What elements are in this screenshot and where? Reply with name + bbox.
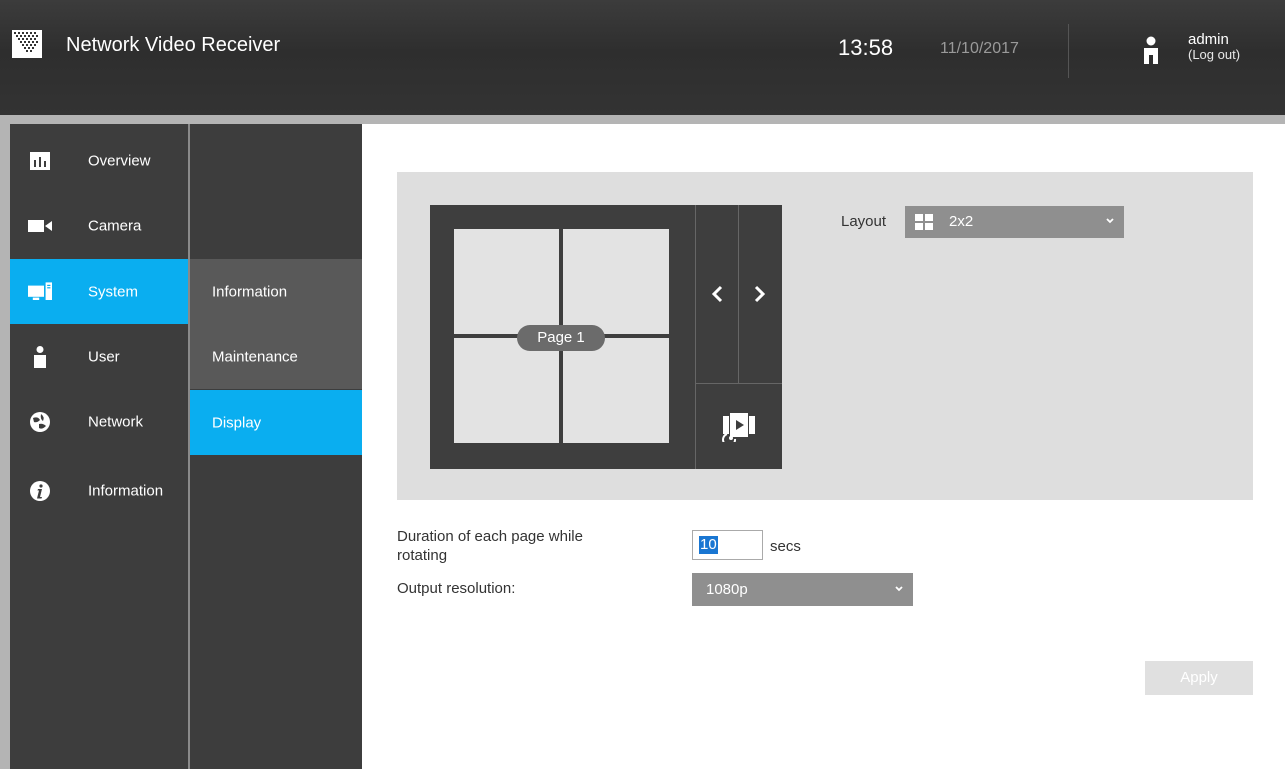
- info-icon: [28, 480, 52, 502]
- sidebar-item-network[interactable]: Network: [10, 389, 188, 454]
- submenu-item-maintenance[interactable]: Maintenance: [190, 324, 362, 389]
- left-edge: [0, 124, 10, 769]
- submenu: Information Maintenance Display: [190, 124, 362, 769]
- sidebar-item-user[interactable]: User: [10, 324, 188, 389]
- username: admin: [1188, 31, 1229, 48]
- prev-page-button[interactable]: [696, 205, 738, 383]
- chevron-right-icon: [754, 285, 766, 303]
- grid-2x2-icon: [915, 214, 933, 230]
- resolution-label: Output resolution:: [397, 580, 516, 597]
- submenu-item-label: Maintenance: [212, 348, 298, 365]
- rotation-button[interactable]: [696, 384, 782, 469]
- resolution-select[interactable]: 1080p: [692, 573, 913, 606]
- next-page-button[interactable]: [739, 205, 781, 383]
- duration-unit: secs: [770, 538, 801, 555]
- user-icon: [1144, 36, 1158, 64]
- computer-icon: [28, 281, 52, 303]
- chevron-down-icon: [1106, 218, 1114, 224]
- user-icon: [28, 345, 52, 368]
- sidebar-item-label: Network: [88, 413, 144, 430]
- layout-select-value: 2x2: [949, 213, 974, 230]
- clock-date: 11/10/2017: [940, 40, 1019, 57]
- channel-cell[interactable]: [454, 338, 559, 443]
- layout-select[interactable]: 2x2: [905, 206, 1124, 238]
- submenu-item-information[interactable]: Information: [190, 259, 362, 324]
- submenu-item-label: Information: [212, 283, 288, 300]
- apply-button[interactable]: Apply: [1145, 661, 1253, 695]
- submenu-item-label: Display: [212, 414, 262, 431]
- rotate-pages-icon: [722, 412, 755, 442]
- resolution-select-value: 1080p: [706, 581, 748, 598]
- header-strip: [0, 115, 1285, 124]
- sidebar: Overview Camera System User Network Info…: [10, 124, 188, 769]
- sidebar-item-label: Overview: [88, 152, 151, 169]
- globe-icon: [28, 411, 52, 433]
- sidebar-item-camera[interactable]: Camera: [10, 193, 188, 258]
- chevron-left-icon: [711, 285, 723, 303]
- sidebar-item-overview[interactable]: Overview: [10, 128, 188, 193]
- submenu-item-display[interactable]: Display: [190, 390, 362, 455]
- duration-value: 10: [699, 536, 718, 554]
- sidebar-item-label: System: [88, 283, 139, 300]
- sidebar-item-information[interactable]: Information: [10, 458, 188, 523]
- sidebar-item-system[interactable]: System: [10, 259, 188, 324]
- app-title: Network Video Receiver: [66, 34, 281, 56]
- chevron-down-icon: [895, 586, 903, 592]
- channel-cell[interactable]: [563, 338, 669, 443]
- sidebar-item-label: Information: [88, 482, 164, 499]
- sidebar-item-label: Camera: [88, 217, 142, 234]
- channel-cell[interactable]: [454, 229, 559, 334]
- sidebar-item-label: User: [88, 348, 120, 365]
- video-camera-icon: [28, 215, 52, 237]
- channel-cell[interactable]: [563, 229, 669, 334]
- layout-label: Layout: [841, 213, 887, 230]
- app-header: Network Video Receiver 13:58 11/10/2017 …: [0, 0, 1285, 115]
- vivotek-logo-icon: [12, 30, 42, 58]
- header-divider: [1068, 24, 1069, 78]
- page-badge: Page 1: [517, 325, 605, 351]
- logout-link[interactable]: (Log out): [1188, 47, 1240, 62]
- clock-time: 13:58: [838, 35, 894, 60]
- bar-chart-icon: [28, 150, 52, 172]
- duration-label: Duration of each page while rotating: [397, 528, 583, 564]
